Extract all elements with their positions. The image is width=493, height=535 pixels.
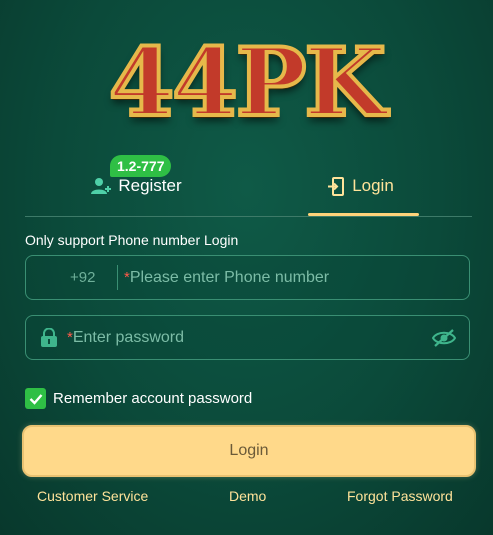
door-enter-icon [327,176,345,196]
checkmark-icon [29,393,42,405]
remember-label: Remember account password [53,390,253,407]
remember-checkbox[interactable] [25,388,46,409]
tab-register-label: Register [118,176,182,195]
auth-tabs: Register 1.2-777 Login [25,155,472,217]
remember-password-toggle[interactable]: Remember account password [25,388,252,409]
tabs-divider [25,216,472,217]
logo-text: 44PK [107,26,388,140]
version-badge: 1.2-777 [110,155,172,177]
eye-off-icon[interactable] [431,328,457,353]
phone-placeholder: Please enter Phone number [129,269,330,286]
tab-login[interactable]: Login [249,155,472,217]
forgot-password-link[interactable]: Forgot Password [347,488,453,504]
password-field[interactable]: *Enter password [25,315,470,360]
login-button[interactable]: Login [22,425,476,477]
tab-login-label: Login [352,176,394,195]
login-method-hint: Only support Phone number Login [25,232,239,248]
password-placeholder: Enter password [72,329,185,346]
phone-input[interactable]: *Please enter Phone number [124,256,329,299]
country-code-selector[interactable]: +92 [70,256,95,299]
phone-field[interactable]: +92 *Please enter Phone number [25,255,470,300]
customer-service-link[interactable]: Customer Service [37,488,148,504]
brand-logo: 44PK [0,26,493,140]
password-input[interactable]: *Enter password [67,316,184,359]
add-user-icon [91,177,112,195]
demo-link[interactable]: Demo [229,488,266,504]
field-divider [117,265,118,290]
lock-icon [40,327,58,353]
